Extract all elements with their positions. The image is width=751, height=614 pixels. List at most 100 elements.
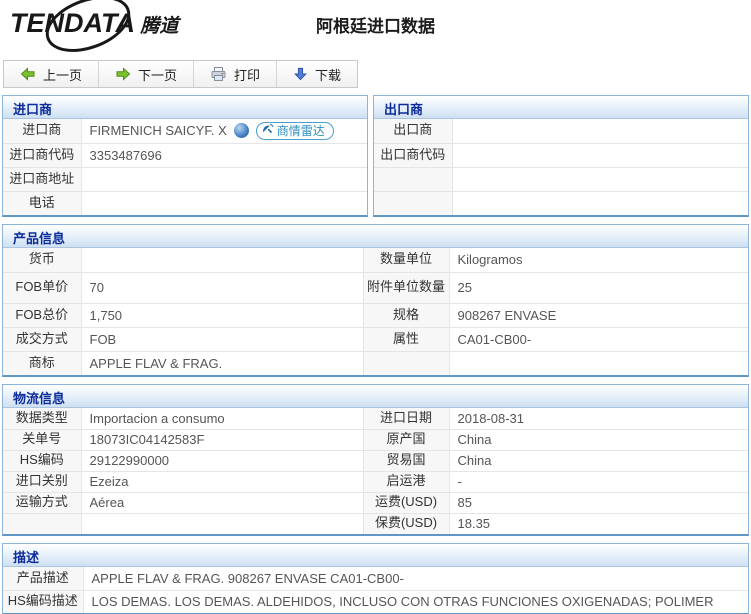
table-row: FOB单价 70 附件单位数量 25 [3,272,748,303]
logo-text-cn: 腾道 [140,16,178,37]
logistics-info-table: 数据类型 Importacion a consumo 进口日期 2018-08-… [3,408,748,534]
import-customs-value: Ezeiza [81,471,363,492]
quantity-unit-value: Kilogramos [449,248,748,272]
importer-table: 进口商 FIRMENICH SAICYF. X [3,119,367,215]
hs-desc-value: LOS DEMAS. LOS DEMAS. ALDEHIDOS, INCLUSO… [83,590,748,613]
hs-code-value: 29122990000 [81,450,363,471]
freight-usd-label: 运费(USD) [363,492,449,513]
product-info-table: 货币 数量单位 Kilogramos FOB单价 70 附件单位数量 25 FO… [3,248,748,375]
next-page-button[interactable]: 下一页 [99,61,194,87]
importer-address-label: 进口商地址 [3,167,81,191]
description-panel: 描述 产品描述 APPLE FLAV & FRAG. 908267 ENVASE… [2,543,749,614]
insurance-usd-value: 18.35 [449,513,748,534]
transport-mode-label: 运输方式 [3,492,81,513]
customs-no-value: 18073IC04142583F [81,429,363,450]
attachment-unit-qty-value: 25 [449,272,748,303]
product-info-panel: 产品信息 货币 数量单位 Kilogramos FOB单价 70 附件单位数量 … [2,224,749,377]
logistics-info-panel: 物流信息 数据类型 Importacion a consumo 进口日期 201… [2,384,749,536]
page-header: TENDATA 腾道 阿根廷进口数据 [0,0,751,56]
currency-value [81,248,363,272]
table-row [374,167,748,191]
exporter-code-value [452,143,748,167]
arrow-right-icon [115,66,131,82]
importer-address-value [81,167,367,191]
exporter-code-label: 出口商代码 [374,143,452,167]
fob-total-value: 1,750 [81,303,363,327]
import-customs-label: 进口关别 [3,471,81,492]
trade-terms-label: 成交方式 [3,327,81,351]
prev-page-button[interactable]: 上一页 [4,61,99,87]
table-row: FOB总价 1,750 规格 908267 ENVASE [3,303,748,327]
spec-value: 908267 ENVASE [449,303,748,327]
product-desc-value: APPLE FLAV & FRAG. 908267 ENVASE CA01-CB… [83,567,748,590]
insurance-usd-label: 保费(USD) [363,513,449,534]
brand-label: 商标 [3,351,81,375]
data-type-value: Importacion a consumo [81,408,363,429]
radar-dish-icon [262,123,274,138]
business-radar-badge[interactable]: 商情雷达 [256,122,334,140]
logistics-info-title: 物流信息 [3,385,748,408]
origin-country-label: 原产国 [363,429,449,450]
data-type-label: 数据类型 [3,408,81,429]
phone-label: 电话 [3,191,81,215]
description-table: 产品描述 APPLE FLAV & FRAG. 908267 ENVASE CA… [3,567,748,613]
globe-icon[interactable] [234,123,249,138]
trade-country-value: China [449,450,748,471]
print-label: 打印 [234,65,260,84]
table-row: 进口商地址 [3,167,367,191]
table-row: 出口商代码 [374,143,748,167]
fob-total-label: FOB总价 [3,303,81,327]
trade-terms-value: FOB [81,327,363,351]
product-desc-label: 产品描述 [3,567,83,590]
toolbar: 上一页 下一页 打印 下载 [3,60,358,88]
currency-label: 货币 [3,248,81,272]
freight-usd-value: 85 [449,492,748,513]
table-row: 数据类型 Importacion a consumo 进口日期 2018-08-… [3,408,748,429]
download-button[interactable]: 下载 [277,61,357,87]
table-row: 关单号 18073IC04142583F 原产国 China [3,429,748,450]
exporter-panel: 出口商 出口商 出口商代码 [373,95,749,217]
business-radar-label: 商情雷达 [277,122,325,139]
phone-value [81,191,367,215]
table-row: 货币 数量单位 Kilogramos [3,248,748,272]
importer-label: 进口商 [3,119,81,143]
table-row: 运输方式 Aérea 运费(USD) 85 [3,492,748,513]
fob-unit-price-label: FOB单价 [3,272,81,303]
arrow-down-icon [293,66,308,82]
departure-port-value: - [449,471,748,492]
table-row: 成交方式 FOB 属性 CA01-CB00- [3,327,748,351]
trade-country-label: 贸易国 [363,450,449,471]
table-row: 进口商代码 3353487696 [3,143,367,167]
next-page-label: 下一页 [138,65,177,84]
transport-mode-value: Aérea [81,492,363,513]
printer-icon [210,66,227,82]
table-row: 出口商 [374,119,748,143]
print-button[interactable]: 打印 [194,61,277,87]
brand-value: APPLE FLAV & FRAG. [81,351,363,375]
attribute-value: CA01-CB00- [449,327,748,351]
origin-country-value: China [449,429,748,450]
importer-code-label: 进口商代码 [3,143,81,167]
table-row: 进口关别 Ezeiza 启运港 - [3,471,748,492]
table-row: HS编码描述 LOS DEMAS. LOS DEMAS. ALDEHIDOS, … [3,590,748,613]
table-row: 保费(USD) 18.35 [3,513,748,534]
table-row: 商标 APPLE FLAV & FRAG. [3,351,748,375]
fob-unit-price-value: 70 [81,272,363,303]
import-date-value: 2018-08-31 [449,408,748,429]
hs-code-label: HS编码 [3,450,81,471]
exporter-panel-title: 出口商 [374,96,748,119]
attachment-unit-qty-label: 附件单位数量 [363,272,449,303]
importer-panel: 进口商 进口商 FIRMENICH SAICYF. X [2,95,368,217]
importer-panel-title: 进口商 [3,96,367,119]
attribute-label: 属性 [363,327,449,351]
exporter-table: 出口商 出口商代码 [374,119,748,215]
table-row: 产品描述 APPLE FLAV & FRAG. 908267 ENVASE CA… [3,567,748,590]
table-row: HS编码 29122990000 贸易国 China [3,450,748,471]
product-info-title: 产品信息 [3,225,748,248]
prev-page-label: 上一页 [43,65,82,84]
table-row: 进口商 FIRMENICH SAICYF. X [3,119,367,143]
exporter-label: 出口商 [374,119,452,143]
exporter-value [452,119,748,143]
logo-text: TENDATA [10,8,135,38]
importer-code-value: 3353487696 [81,143,367,167]
